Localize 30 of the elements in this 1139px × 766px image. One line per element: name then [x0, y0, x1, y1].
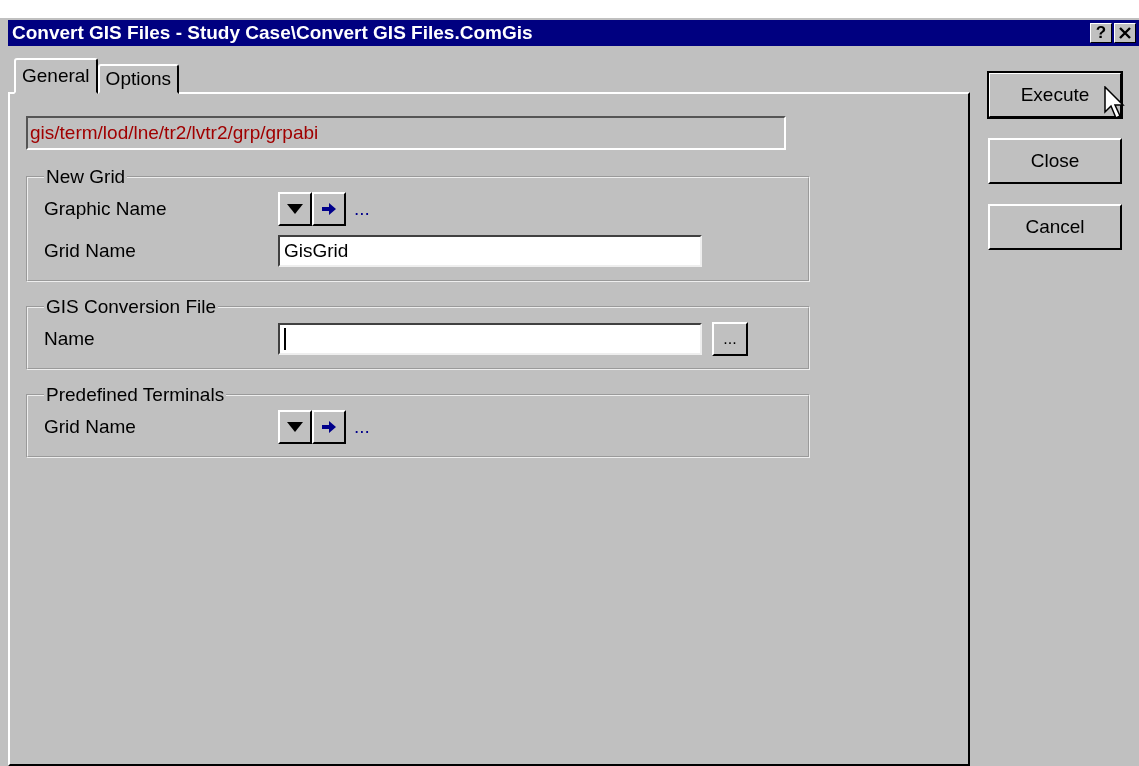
- group-title: GIS Conversion File: [45, 296, 217, 318]
- selection-text: ...: [354, 416, 370, 438]
- caret-icon: [287, 422, 303, 432]
- field-label: Grid Name: [44, 416, 137, 438]
- jump-button[interactable]: [312, 410, 346, 444]
- window-title: Convert GIS Files - Study Case\Convert GIS Files.ComGis: [12, 22, 533, 44]
- caret-icon: [287, 204, 303, 214]
- tab[interactable]: Options: [97, 64, 180, 94]
- close-button[interactable]: [1114, 23, 1136, 43]
- dropdown-button[interactable]: [278, 192, 312, 226]
- arrow-icon: [322, 421, 336, 433]
- browse-button[interactable]: ...: [712, 322, 748, 356]
- dialog-button[interactable]: Cancel: [988, 204, 1122, 250]
- group-title: New Grid: [45, 166, 127, 188]
- dialog-button[interactable]: Execute: [988, 72, 1122, 118]
- jump-button[interactable]: [312, 192, 346, 226]
- field-label: Grid Name: [44, 240, 137, 262]
- input-field[interactable]: GisGrid: [278, 235, 702, 267]
- dialog-button[interactable]: Close: [988, 138, 1122, 184]
- group-title: Predefined Terminals: [45, 384, 226, 406]
- arrow-icon: [322, 203, 336, 215]
- help-button[interactable]: ?: [1090, 23, 1112, 43]
- field-label: Graphic Name: [44, 198, 168, 220]
- tab[interactable]: General: [14, 58, 98, 94]
- dropdown-button[interactable]: [278, 410, 312, 444]
- path-field: gis/term/lod/lne/tr2/lvtr2/grp/grpabi: [26, 116, 786, 150]
- close-icon: [1118, 26, 1132, 40]
- input-field[interactable]: [278, 323, 702, 355]
- field-label: Name: [44, 328, 96, 350]
- selection-text: ...: [354, 198, 370, 220]
